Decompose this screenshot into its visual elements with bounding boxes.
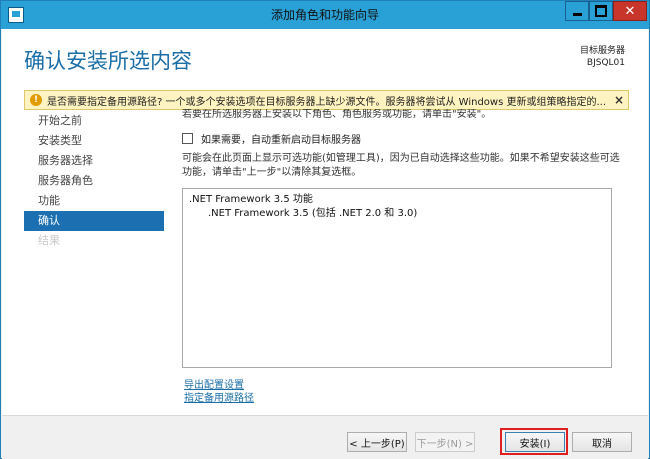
target-server-name: BJSQL01 [586, 58, 625, 68]
cancel-button[interactable]: 取消 [572, 432, 632, 452]
nav-item-results: 结果 [38, 234, 60, 247]
restart-checkbox-label[interactable]: 如果需要，自动重新启动目标服务器 [201, 131, 361, 146]
close-button[interactable]: ✕ [613, 1, 647, 21]
nav-item-before-you-begin[interactable]: 开始之前 [24, 111, 164, 131]
install-button[interactable]: 安装(I) [505, 432, 565, 452]
minimize-icon [572, 12, 582, 16]
warning-icon: ! [30, 94, 42, 106]
feature-item: .NET Framework 3.5 功能 [189, 194, 313, 205]
page-title: 确认安装所选内容 [24, 49, 192, 73]
warning-banner[interactable]: ! 是否需要指定备用源路径? 一个或多个安装选项在目标服务器上缺少源文件。服务器… [24, 90, 629, 110]
nav-item-installation-type[interactable]: 安装类型 [24, 131, 164, 151]
nav-item-confirmation[interactable]: 确认 [24, 211, 164, 231]
nav-item-features[interactable]: 功能 [24, 191, 164, 211]
intro-text: 若要在所选服务器上安装以下角色、角色服务或功能，请单击"安装"。 [182, 109, 492, 120]
wizard-window: 添加角色和功能向导 ✕ 确认安装所选内容 目标服务器 BJSQL01 ! 是否需… [0, 0, 650, 459]
target-server-label: 目标服务器 [579, 46, 625, 56]
restart-option[interactable]: 如果需要，自动重新启动目标服务器 [182, 131, 361, 146]
links-area: 导出配置设置 指定备用源路径 [184, 379, 254, 405]
feature-subitem: .NET Framework 3.5 (包括 .NET 2.0 和 3.0) [208, 208, 418, 219]
wizard-content: 确认安装所选内容 目标服务器 BJSQL01 ! 是否需要指定备用源路径? 一个… [2, 29, 648, 458]
warning-text[interactable]: 是否需要指定备用源路径? 一个或多个安装选项在目标服务器上缺少源文件。服务器将尝… [47, 93, 610, 108]
main-panel: 若要在所选服务器上安装以下角色、角色服务或功能，请单击"安装"。 如果需要，自动… [182, 109, 632, 404]
window-title: 添加角色和功能向导 [270, 8, 379, 22]
nav-item-server-selection[interactable]: 服务器选择 [24, 151, 164, 171]
optional-features-note: 可能会在此页面上显示可选功能(如管理工具)，因为已自动选择这些功能。如果不希望安… [182, 153, 620, 178]
next-button: 下一步(N) > [415, 432, 475, 452]
maximize-button[interactable] [589, 1, 613, 21]
alt-source-link[interactable]: 指定备用源路径 [184, 392, 254, 405]
selected-features-list[interactable]: .NET Framework 3.5 功能 .NET Framework 3.5… [182, 188, 612, 368]
wizard-nav: 开始之前 安装类型 服务器选择 服务器角色 功能 确认 结果 [24, 111, 164, 251]
export-config-link[interactable]: 导出配置设置 [184, 379, 254, 392]
restart-checkbox[interactable] [182, 133, 193, 144]
minimize-button[interactable] [565, 1, 589, 21]
close-icon: ✕ [624, 3, 636, 19]
nav-item-server-roles[interactable]: 服务器角色 [24, 171, 164, 191]
target-server-info: 目标服务器 BJSQL01 [580, 45, 625, 69]
warning-close-button[interactable]: × [610, 93, 628, 107]
maximize-icon [595, 5, 607, 17]
button-bar: < 上一步(P) 下一步(N) > 安装(I) 取消 [2, 415, 648, 459]
title-bar[interactable]: 添加角色和功能向导 ✕ [1, 1, 649, 29]
previous-button[interactable]: < 上一步(P) [347, 432, 407, 452]
